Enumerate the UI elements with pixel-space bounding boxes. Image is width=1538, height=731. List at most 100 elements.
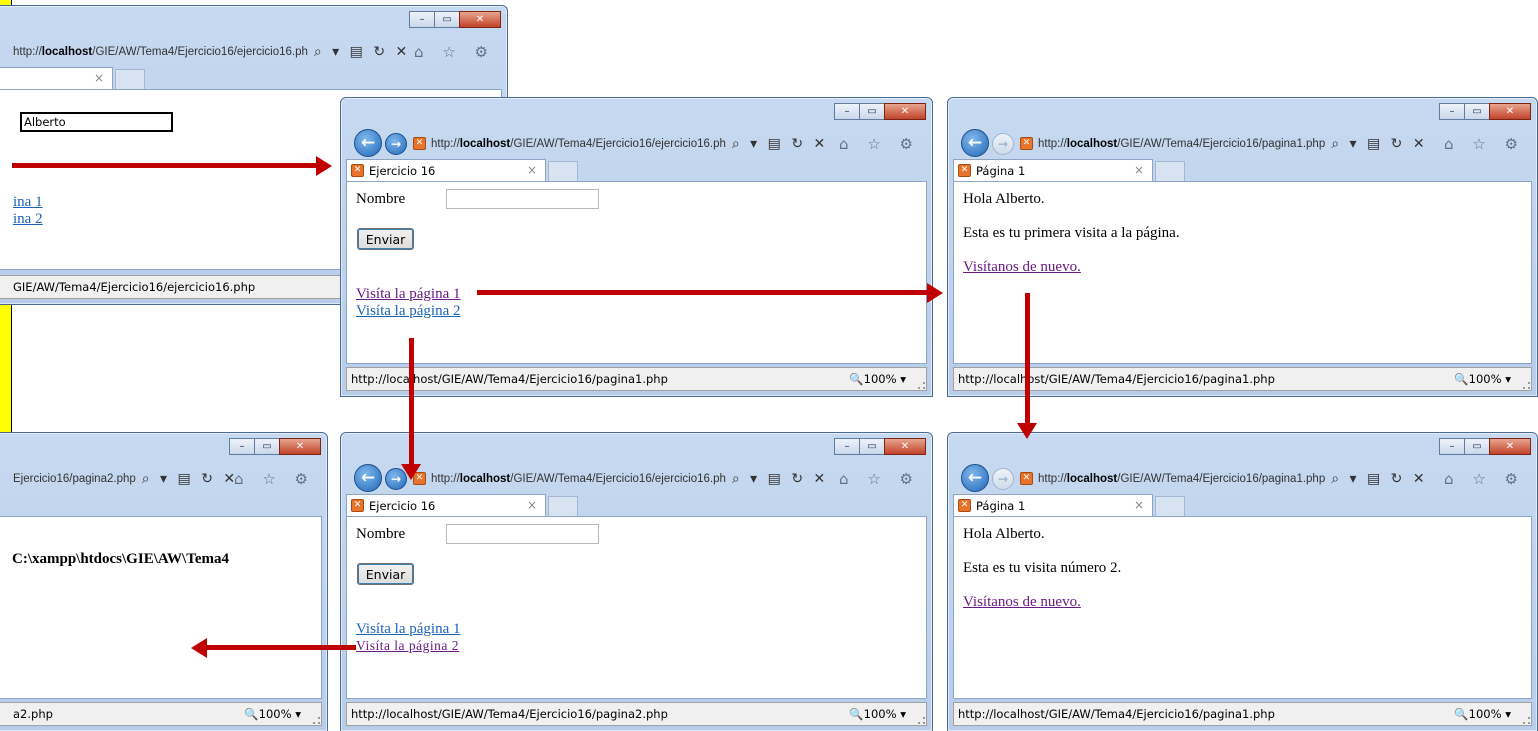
link-pagina-1[interactable]: Visíta la página 1 [356, 621, 461, 638]
enviar-button[interactable]: Enviar [357, 563, 414, 585]
zoom-dropdown-icon[interactable]: ▾ [900, 707, 906, 721]
close-button[interactable]: ✕ [459, 11, 501, 28]
home-favorites-settings-icons[interactable]: ⌂ ☆ ⚙ [234, 470, 315, 488]
status-bar: a2.php 🔍100% ▾ [0, 702, 322, 726]
address-tools-icon[interactable]: ⌕ ▾ ▤ ↻ ✕ [142, 471, 238, 487]
address-tools-icon[interactable]: ⌕ ▾ ▤ ↻ ✕ [314, 44, 410, 60]
home-favorites-settings-icons[interactable]: ⌂ ☆ ⚙ [414, 43, 495, 61]
home-favorites-settings-icons[interactable]: ⌂ ☆ ⚙ [1444, 470, 1525, 488]
address-bar[interactable]: http://localhost/GIE/AW/Tema4/Ejercicio1… [13, 41, 410, 62]
minimize-button[interactable]: – [834, 103, 860, 120]
address-tools-icon[interactable]: ⌕ ▾ ▤ ↻ ✕ [732, 136, 828, 152]
minimize-button[interactable]: – [229, 438, 255, 455]
tab-active[interactable]: ✕ Página 1 × [953, 159, 1153, 181]
zoom-level[interactable]: 🔍100% ▾ [849, 372, 906, 386]
maximize-button[interactable]: ▭ [859, 103, 885, 120]
resize-grip[interactable] [313, 717, 320, 724]
close-button[interactable]: ✕ [884, 438, 926, 455]
minimize-button[interactable]: – [1439, 438, 1465, 455]
visit-again-link[interactable]: Visítanos de nuevo. [963, 259, 1081, 276]
link-pagina-1[interactable]: ina 1 [13, 194, 43, 211]
close-button[interactable]: ✕ [1489, 103, 1531, 120]
zoom-icon: 🔍 [1454, 372, 1469, 386]
new-tab-button[interactable] [548, 496, 578, 516]
zoom-dropdown-icon[interactable]: ▾ [1505, 372, 1511, 386]
tab-active[interactable]: ✕ Página 1 × [953, 494, 1153, 516]
minimize-button[interactable]: – [834, 438, 860, 455]
address-bar[interactable]: ✕ http://localhost/GIE/AW/Tema4/Ejercici… [1020, 468, 1428, 489]
close-button[interactable]: ✕ [884, 103, 926, 120]
new-tab-button[interactable] [548, 161, 578, 181]
nombre-input[interactable]: Alberto [20, 112, 173, 132]
address-bar[interactable]: ✕ http://localhost/GIE/AW/Tema4/Ejercici… [413, 133, 828, 154]
resize-grip[interactable] [918, 382, 925, 389]
tab-close-icon[interactable]: × [1134, 163, 1144, 177]
browser-window-6: – ▭ ✕ ← → ✕ http://localhost/GIE/AW/Tema… [947, 432, 1538, 731]
forward-button[interactable]: → [992, 468, 1014, 490]
link-pagina-2[interactable]: Visíta la página 2 [356, 638, 459, 654]
page-content: Hola Alberto. Esta es tu primera visita … [953, 181, 1532, 364]
link-pagina-2[interactable]: ina 2 [13, 211, 43, 228]
nombre-input[interactable] [446, 189, 599, 209]
address-tools-icon[interactable]: ⌕ ▾ ▤ ↻ ✕ [1331, 136, 1427, 152]
maximize-button[interactable]: ▭ [254, 438, 280, 455]
forward-button[interactable]: → [992, 133, 1014, 155]
zoom-level[interactable]: 🔍100% ▾ [244, 707, 301, 721]
tab-active[interactable]: ✕ Ejercicio 16 × [346, 494, 546, 516]
status-text: http://localhost/GIE/AW/Tema4/Ejercicio1… [351, 707, 668, 721]
resize-grip[interactable] [1523, 382, 1530, 389]
address-bar[interactable]: Ejercicio16/pagina2.php ⌕ ▾ ▤ ↻ ✕ [13, 468, 238, 489]
zoom-level[interactable]: 🔍100% ▾ [1454, 707, 1511, 721]
new-tab-button[interactable] [115, 69, 145, 89]
flow-arrow-2-to-3-head [927, 283, 943, 303]
close-button[interactable]: ✕ [1489, 438, 1531, 455]
maximize-button[interactable]: ▭ [1464, 438, 1490, 455]
new-tab-button[interactable] [1155, 161, 1185, 181]
minimize-button[interactable]: – [1439, 103, 1465, 120]
nombre-input[interactable] [446, 524, 599, 544]
forward-button[interactable]: → [385, 133, 407, 155]
greeting-text: Hola Alberto. [963, 191, 1045, 207]
zoom-level[interactable]: 🔍100% ▾ [849, 707, 906, 721]
back-button[interactable]: ← [961, 129, 989, 157]
address-tools-icon[interactable]: ⌕ ▾ ▤ ↻ ✕ [732, 471, 828, 487]
flow-arrow-2-to-3 [477, 290, 929, 295]
tab-close-icon[interactable]: × [527, 163, 537, 177]
page-content: Hola Alberto. Esta es tu visita número 2… [953, 516, 1532, 699]
new-tab-button[interactable] [1155, 496, 1185, 516]
maximize-button[interactable]: ▭ [1464, 103, 1490, 120]
browser-window-2: – ▭ ✕ ← → ✕ http://localhost/GIE/AW/Tema… [340, 97, 933, 397]
tab-close-icon[interactable]: × [1134, 498, 1144, 512]
window-controls: – ▭ ✕ [1439, 438, 1531, 455]
back-button[interactable]: ← [354, 464, 382, 492]
minimize-button[interactable]: – [409, 11, 435, 28]
zoom-icon: 🔍 [1454, 707, 1469, 721]
link-pagina-1[interactable]: Visíta la página 1 [356, 286, 461, 303]
enviar-button[interactable]: Enviar [357, 228, 414, 250]
status-bar: http://localhost/GIE/AW/Tema4/Ejercicio1… [953, 367, 1532, 391]
visit-again-link[interactable]: Visítanos de nuevo. [963, 594, 1081, 611]
address-bar[interactable]: ✕ http://localhost/GIE/AW/Tema4/Ejercici… [413, 468, 828, 489]
zoom-dropdown-icon[interactable]: ▾ [900, 372, 906, 386]
home-favorites-settings-icons[interactable]: ⌂ ☆ ⚙ [839, 135, 920, 153]
tab-active[interactable]: ✕ Ejercicio 16 × [346, 159, 546, 181]
close-button[interactable]: ✕ [279, 438, 321, 455]
resize-grip[interactable] [1523, 717, 1530, 724]
tab-active[interactable]: × [0, 67, 113, 89]
address-tools-icon[interactable]: ⌕ ▾ ▤ ↻ ✕ [1331, 471, 1427, 487]
home-favorites-settings-icons[interactable]: ⌂ ☆ ⚙ [839, 470, 920, 488]
zoom-dropdown-icon[interactable]: ▾ [1505, 707, 1511, 721]
back-button[interactable]: ← [354, 129, 382, 157]
maximize-button[interactable]: ▭ [859, 438, 885, 455]
tab-close-icon[interactable]: × [94, 71, 104, 85]
link-pagina-2[interactable]: Visíta la página 2 [356, 303, 461, 320]
address-bar[interactable]: ✕ http://localhost/GIE/AW/Tema4/Ejercici… [1020, 133, 1428, 154]
flow-arrow-3-to-6-head [1017, 423, 1037, 439]
zoom-dropdown-icon[interactable]: ▾ [295, 707, 301, 721]
zoom-level[interactable]: 🔍100% ▾ [1454, 372, 1511, 386]
resize-grip[interactable] [918, 717, 925, 724]
home-favorites-settings-icons[interactable]: ⌂ ☆ ⚙ [1444, 135, 1525, 153]
maximize-button[interactable]: ▭ [434, 11, 460, 28]
tab-close-icon[interactable]: × [527, 498, 537, 512]
back-button[interactable]: ← [961, 464, 989, 492]
